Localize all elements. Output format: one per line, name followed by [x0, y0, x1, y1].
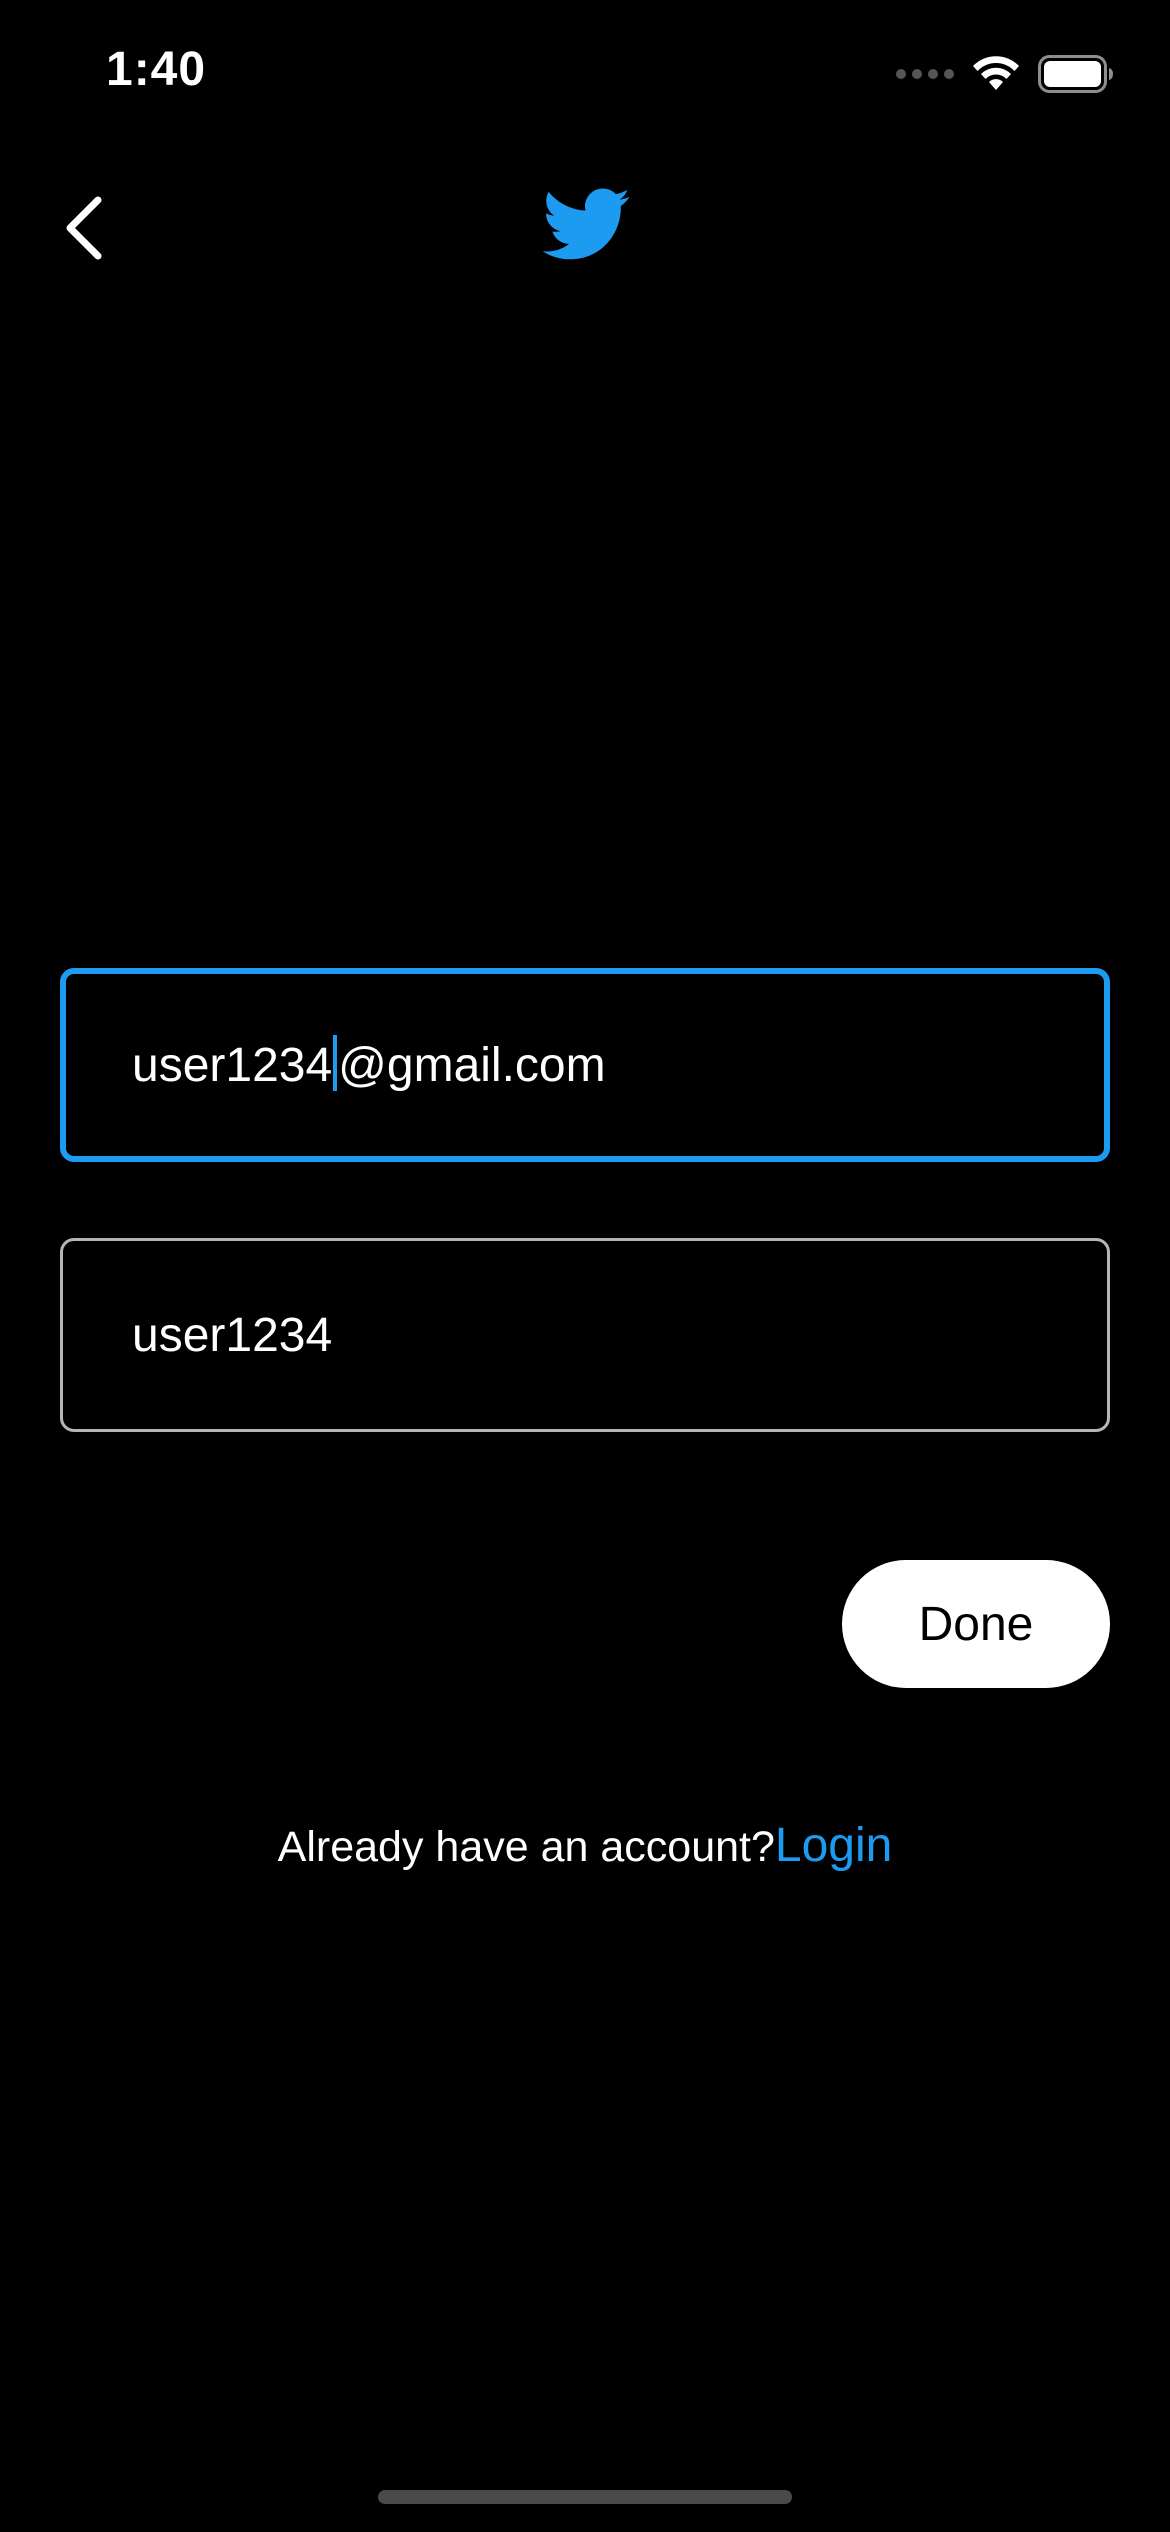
- username-field[interactable]: user1234: [60, 1238, 1110, 1432]
- email-field-value-end: @gmail.com: [338, 1038, 606, 1092]
- status-bar: 1:40: [0, 0, 1170, 150]
- bird-logo-icon: [542, 188, 630, 260]
- chevron-left-icon: [66, 196, 102, 260]
- email-field-value-start: user1234: [132, 1038, 333, 1092]
- wifi-icon: [973, 56, 1019, 90]
- login-link[interactable]: Login: [775, 1819, 892, 1872]
- login-prompt: Already have an account?Login: [0, 1818, 1170, 1873]
- home-indicator[interactable]: [378, 2490, 792, 2504]
- battery-icon: [1038, 55, 1113, 93]
- status-time: 1:40: [106, 43, 207, 96]
- cellular-signal-icon: [896, 69, 954, 79]
- username-field-value: user1234: [132, 1308, 333, 1362]
- login-prompt-text: Already have an account?: [277, 1823, 775, 1871]
- back-button[interactable]: [36, 180, 132, 276]
- status-icons: [896, 50, 1114, 98]
- email-field[interactable]: user1234 @gmail.com: [60, 968, 1110, 1162]
- done-button[interactable]: Done: [842, 1560, 1110, 1688]
- text-caret: [333, 1035, 338, 1091]
